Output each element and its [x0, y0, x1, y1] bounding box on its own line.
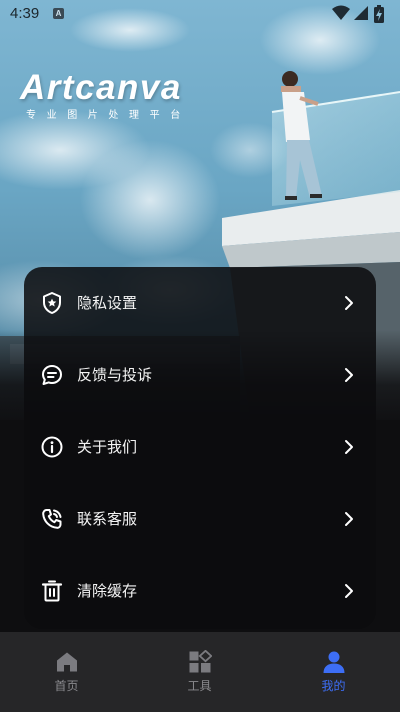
grid-icon — [189, 650, 212, 673]
profile-screen: 4:39 A Artcanva 专业图片处理平台 隐私设置 反馈与投诉 关于我们… — [0, 0, 400, 712]
menu-item-label: 联系客服 — [77, 510, 138, 528]
chevron-right-icon — [345, 512, 353, 526]
chevron-right-icon — [345, 368, 353, 382]
status-bar: 4:39 A — [0, 0, 400, 28]
notification-app-icon: A — [53, 8, 64, 19]
nav-tab-label: 工具 — [187, 679, 212, 693]
menu-item-customer-service[interactable]: 联系客服 — [24, 483, 376, 555]
nav-tab-home[interactable]: 首页 — [0, 632, 133, 712]
menu-item-label: 关于我们 — [77, 438, 138, 456]
brand-block: Artcanva 专业图片处理平台 — [20, 68, 191, 121]
menu-item-feedback[interactable]: 反馈与投诉 — [24, 339, 376, 411]
trash-icon — [41, 580, 63, 602]
cellular-signal-icon — [354, 6, 368, 20]
home-icon — [57, 652, 77, 672]
menu-item-label: 隐私设置 — [77, 294, 138, 312]
brand-tagline: 专业图片处理平台 — [26, 110, 191, 121]
menu-item-privacy-settings[interactable]: 隐私设置 — [24, 267, 376, 339]
menu-item-about-us[interactable]: 关于我们 — [24, 411, 376, 483]
chevron-right-icon — [345, 440, 353, 454]
nav-tab-label: 我的 — [321, 679, 346, 693]
wifi-icon — [332, 5, 350, 20]
status-time: 4:39 — [10, 5, 40, 22]
bottom-navigation-bar: 首页 工具 我的 — [0, 632, 400, 712]
nav-tab-label: 首页 — [54, 679, 79, 693]
nav-tab-mine[interactable]: 我的 — [267, 632, 400, 712]
menu-item-label: 清除缓存 — [77, 582, 138, 600]
info-circle-icon — [41, 436, 63, 458]
nav-tab-tools[interactable]: 工具 — [133, 632, 266, 712]
settings-menu-card: 隐私设置 反馈与投诉 关于我们 联系客服 清除缓存 — [24, 267, 376, 629]
menu-item-clear-cache[interactable]: 清除缓存 — [24, 555, 376, 627]
chevron-right-icon — [345, 584, 353, 598]
chat-bubble-icon — [42, 365, 62, 385]
menu-item-label: 反馈与投诉 — [77, 366, 153, 384]
app-logo-text: Artcanva — [20, 68, 182, 107]
phone-icon — [42, 509, 62, 529]
user-icon — [323, 651, 345, 673]
status-indicators — [332, 5, 392, 23]
chevron-right-icon — [345, 296, 353, 310]
shield-star-icon — [43, 292, 61, 314]
battery-icon — [374, 5, 384, 23]
